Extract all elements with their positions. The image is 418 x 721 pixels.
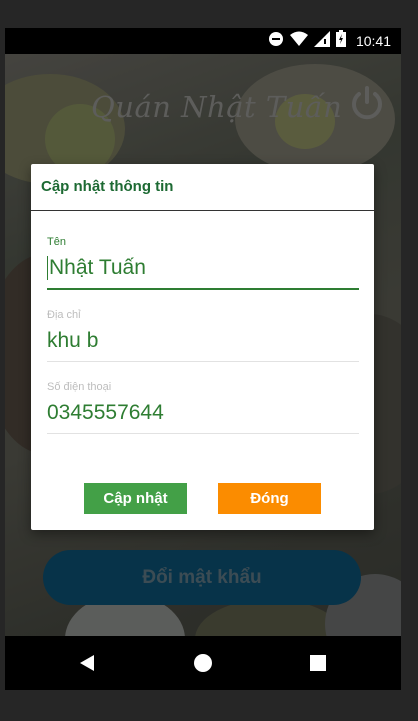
address-field[interactable]: Địa chỉ khu b (47, 309, 359, 362)
dialog-divider (31, 210, 374, 211)
battery-icon (335, 30, 346, 52)
name-field-underline (47, 288, 359, 290)
recents-icon[interactable] (306, 651, 330, 675)
address-field-underline (47, 361, 359, 362)
wifi-icon (289, 31, 308, 52)
signal-icon (313, 30, 330, 52)
name-field[interactable]: Tên Nhật Tuấn (47, 236, 359, 290)
close-button[interactable]: Đóng (218, 483, 321, 514)
back-icon[interactable] (76, 651, 100, 675)
device-frame: 10:41 Quán Nhật Tuấn Đổi mật khẩu Cập nh… (0, 0, 418, 721)
home-icon[interactable] (191, 651, 215, 675)
update-button[interactable]: Cập nhật (84, 483, 187, 514)
clock: 10:41 (355, 33, 391, 49)
name-field-label: Tên (47, 236, 66, 248)
name-input[interactable]: Nhật Tuấn (47, 254, 359, 282)
do-not-disturb-icon (268, 31, 284, 52)
phone-field-underline (47, 433, 359, 434)
navigation-bar (5, 636, 401, 690)
status-bar: 10:41 (5, 28, 401, 54)
address-field-label: Địa chỉ (47, 309, 81, 321)
dialog-title: Cập nhật thông tin (41, 178, 174, 195)
phone-input[interactable]: 0345557644 (47, 399, 359, 427)
address-input[interactable]: khu b (47, 327, 359, 355)
update-info-dialog: Cập nhật thông tin Tên Nhật Tuấn Địa chỉ… (31, 164, 374, 530)
text-cursor (47, 256, 48, 281)
name-input-value: Nhật Tuấn (49, 256, 146, 279)
phone-field[interactable]: Số điện thoại 0345557644 (47, 381, 359, 434)
phone-field-label: Số điện thoại (47, 381, 112, 393)
phone-screen: 10:41 Quán Nhật Tuấn Đổi mật khẩu Cập nh… (5, 28, 401, 690)
